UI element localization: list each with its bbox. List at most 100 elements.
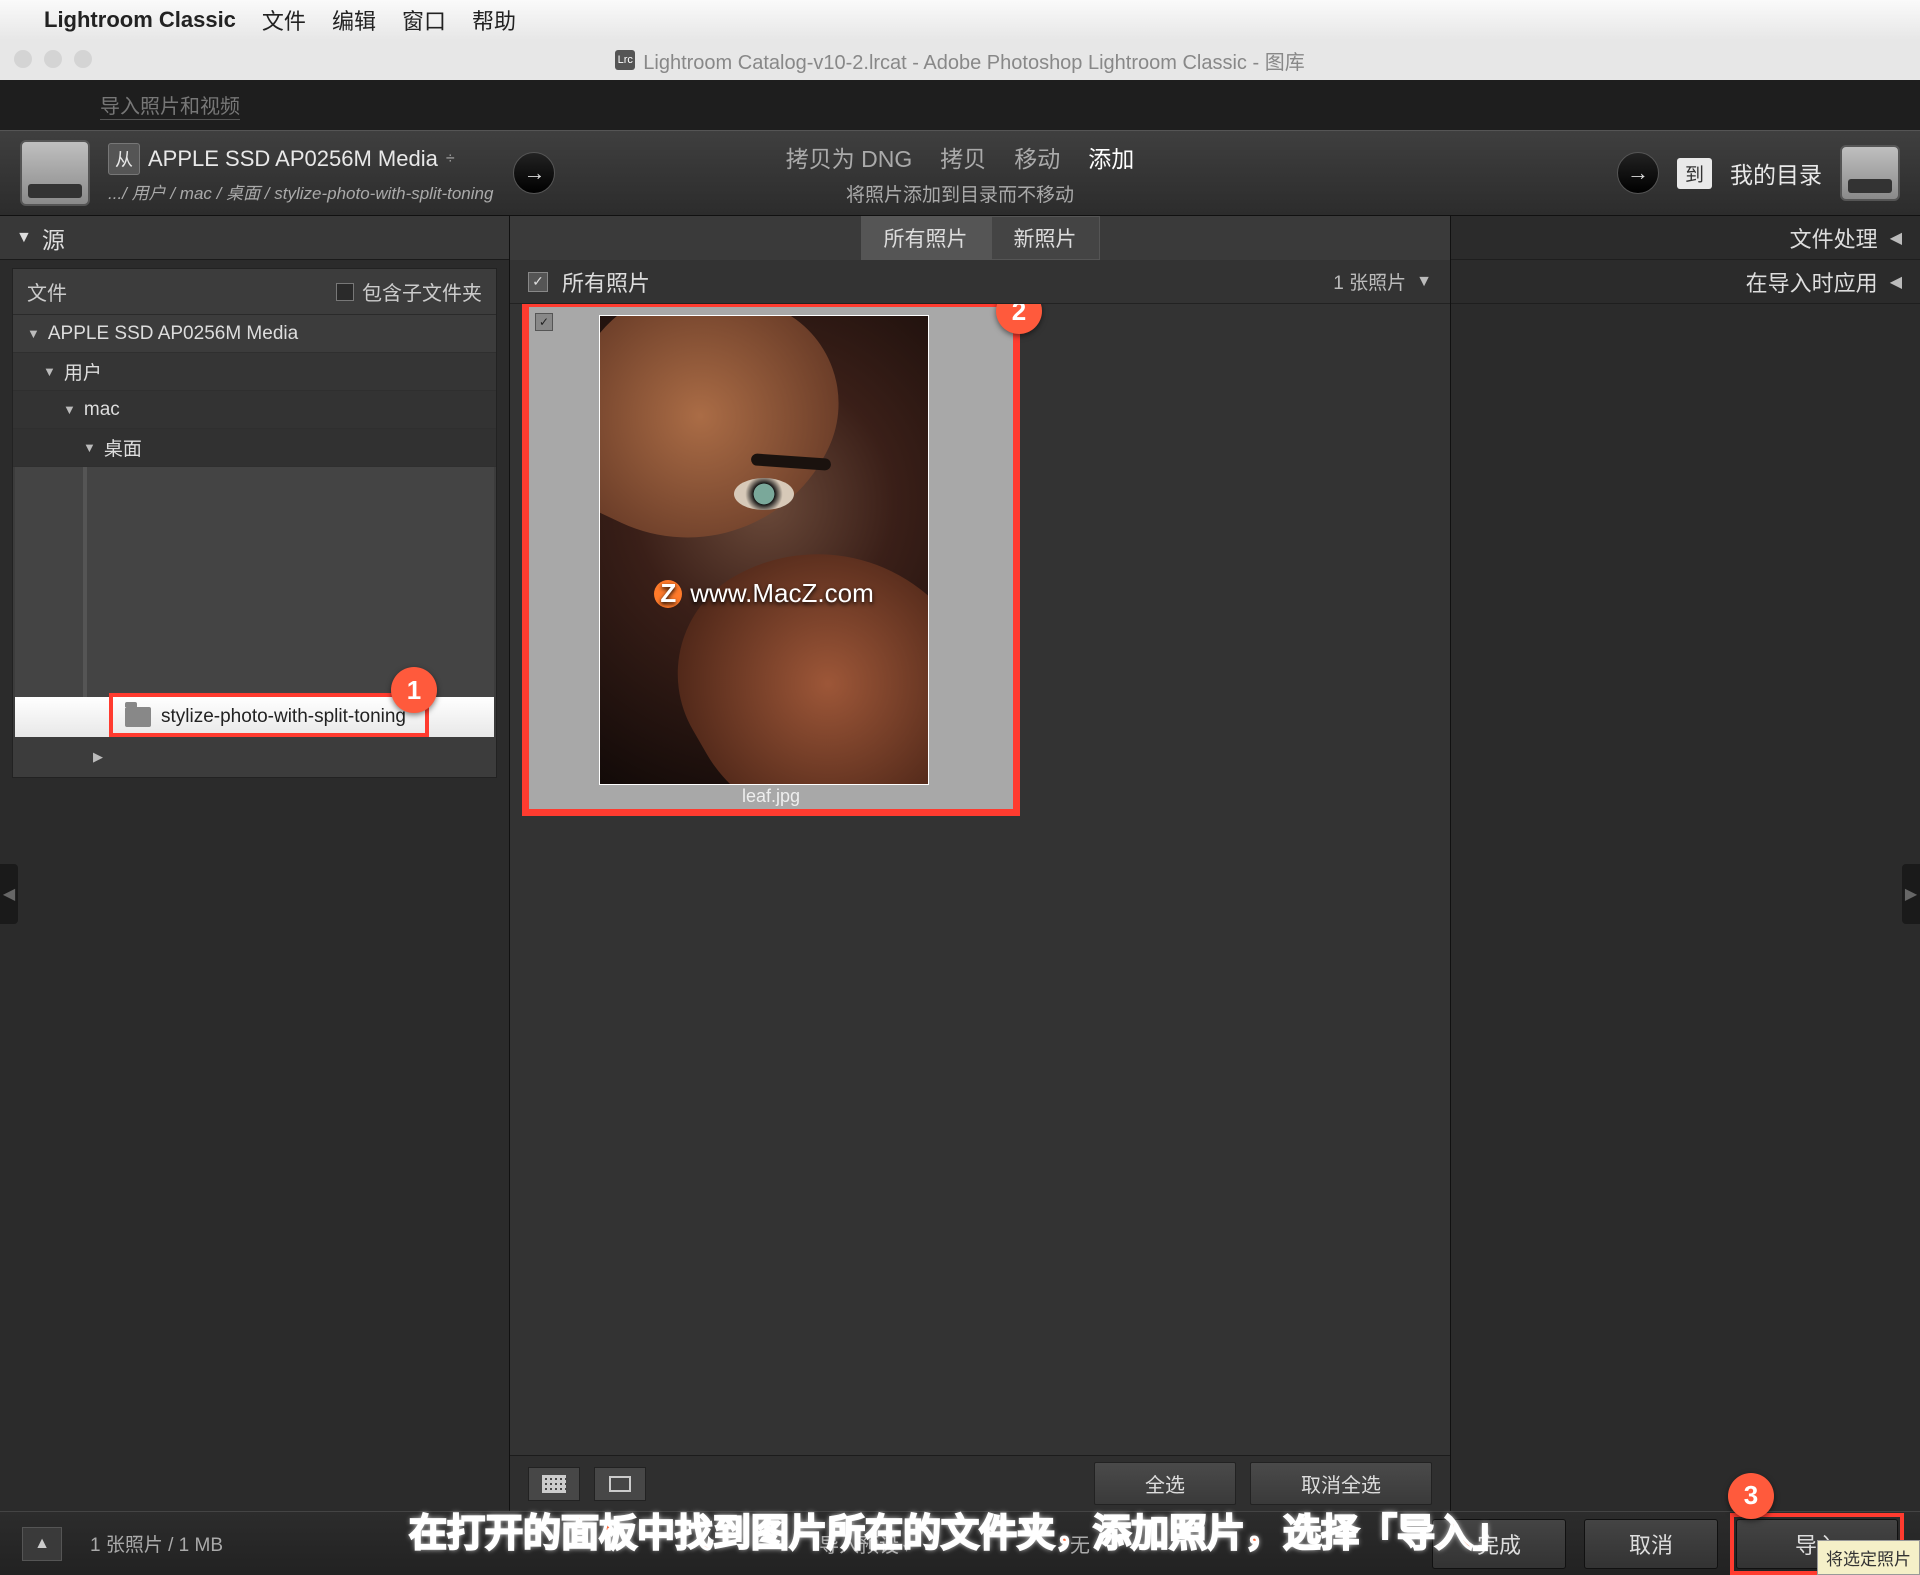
mac-menubar: Lightroom Classic 文件 编辑 窗口 帮助 — [0, 0, 1920, 40]
top-strip-label: 导入照片和视频 — [100, 90, 240, 120]
thumbnail-filename: leaf.jpg — [527, 786, 1015, 807]
preview-footer: 全选 取消全选 — [510, 1455, 1450, 1511]
source-path: .../ 用户 / mac / 桌面 / stylize-photo-with-… — [108, 179, 493, 204]
cancel-button[interactable]: 取消 — [1584, 1519, 1718, 1569]
thumbnail-cell[interactable]: ✓ Zwww.MacZ.com leaf.jpg — [526, 304, 1016, 812]
single-view-button[interactable] — [594, 1467, 646, 1501]
dest-drive-icon — [1840, 145, 1900, 201]
tree-foot[interactable]: ▶ — [13, 737, 496, 777]
import-mode-group: 拷贝为 DNG 拷贝 移动 添加 将照片添加到目录而不移动 — [786, 140, 1135, 207]
triangle-down-icon: ▼ — [43, 364, 56, 379]
file-handling-header[interactable]: 文件处理 ◀ — [1451, 216, 1920, 260]
watermark: Zwww.MacZ.com — [600, 578, 928, 609]
select-all-button[interactable]: 全选 — [1094, 1462, 1236, 1505]
tree-users[interactable]: ▼ 用户 — [13, 353, 496, 391]
thumbnail-checkbox[interactable]: ✓ — [535, 313, 553, 331]
triangle-left-icon: ◀ — [1890, 272, 1902, 292]
mode-subtitle: 将照片添加到目录而不移动 — [786, 180, 1135, 207]
collapse-right-handle[interactable]: ▶ — [1902, 864, 1920, 924]
thumbnail-image: Zwww.MacZ.com — [599, 315, 929, 785]
app-window: Lrc Lightroom Catalog-v10-2.lrcat - Adob… — [0, 40, 1920, 1575]
preview-subheader-title: 所有照片 — [562, 266, 650, 298]
source-panel-header[interactable]: ▼ 源 — [0, 216, 509, 260]
apply-on-import-header[interactable]: 在导入时应用 ◀ — [1451, 260, 1920, 304]
import-preset-label[interactable]: 导入预设 — [819, 1529, 910, 1558]
dest-box[interactable]: → 到 我的目录 — [1617, 145, 1900, 201]
close-icon[interactable] — [14, 50, 32, 68]
include-subfolders-label: 包含子文件夹 — [362, 277, 482, 306]
menu-help[interactable]: 帮助 — [472, 4, 516, 36]
tree-drive-label: APPLE SSD AP0256M Media — [48, 323, 298, 345]
menu-edit[interactable]: 编辑 — [332, 4, 376, 36]
grid-view-button[interactable] — [528, 1467, 580, 1501]
from-badge: 从 — [108, 143, 140, 175]
status-text: 1 张照片 / 1 MB — [90, 1530, 223, 1557]
annotation-badge-3: 3 — [1728, 1473, 1774, 1519]
preview-tabs: 所有照片 新照片 — [510, 216, 1450, 260]
dest-label: 我的目录 — [1730, 156, 1822, 190]
tab-all-photos[interactable]: 所有照片 — [861, 216, 991, 260]
done-button[interactable]: 完成 — [1432, 1519, 1566, 1569]
menu-window[interactable]: 窗口 — [402, 4, 446, 36]
folder-icon — [125, 707, 151, 727]
window-title: Lightroom Catalog-v10-2.lrcat - Adobe Ph… — [643, 46, 1304, 75]
files-subpanel-header: 文件 包含子文件夹 — [13, 269, 496, 315]
source-dropdown-icon[interactable]: ÷ — [446, 150, 455, 168]
triangle-down-icon: ▼ — [27, 326, 40, 341]
arrow-right-icon[interactable]: → — [513, 152, 555, 194]
triangle-left-icon: ◀ — [1890, 228, 1902, 248]
collapse-left-handle[interactable]: ◀ — [0, 864, 18, 924]
watermark-icon: Z — [654, 580, 682, 608]
tree-mac[interactable]: ▼ mac — [13, 391, 496, 429]
app-icon: Lrc — [615, 50, 635, 70]
import-preset-value[interactable]: 无 — [1070, 1529, 1101, 1558]
single-icon — [609, 1476, 631, 1492]
triangle-down-icon: ▼ — [63, 402, 76, 417]
mode-move[interactable]: 移动 — [1014, 140, 1060, 174]
triangle-down-icon: ▼ — [16, 229, 32, 247]
preview-panel: 所有照片 新照片 ✓ 所有照片 1 张照片 ▼ ✓ — [510, 216, 1450, 1511]
triangle-right-icon: ▶ — [93, 749, 103, 765]
mode-copy-dng[interactable]: 拷贝为 DNG — [786, 140, 913, 174]
tooltip: 将选定照片 — [1817, 1540, 1920, 1575]
menubar-app-name[interactable]: Lightroom Classic — [44, 7, 236, 33]
tree-desktop-label: 桌面 — [104, 434, 142, 461]
preview-subheader: ✓ 所有照片 1 张照片 ▼ — [510, 260, 1450, 304]
minimize-icon[interactable] — [44, 50, 62, 68]
right-panel: 文件处理 ◀ 在导入时应用 ◀ — [1450, 216, 1920, 1511]
window-titlebar: Lrc Lightroom Catalog-v10-2.lrcat - Adob… — [0, 40, 1920, 80]
annotation-badge-1: 1 — [391, 667, 437, 713]
tree-drive[interactable]: ▼ APPLE SSD AP0256M Media — [13, 315, 496, 353]
maximize-icon[interactable] — [74, 50, 92, 68]
traffic-lights — [14, 50, 92, 68]
source-box[interactable]: 从 APPLE SSD AP0256M Media ÷ .../ 用户 / ma… — [108, 143, 493, 204]
menu-file[interactable]: 文件 — [262, 4, 306, 36]
import-header: 从 APPLE SSD AP0256M Media ÷ .../ 用户 / ma… — [0, 130, 1920, 216]
source-drive-icon — [20, 140, 90, 206]
arrow-right-dest-icon[interactable]: → — [1617, 152, 1659, 194]
tree-users-label: 用户 — [64, 358, 102, 385]
sort-dropdown-icon[interactable]: ▼ — [1416, 273, 1432, 291]
files-label: 文件 — [27, 277, 67, 306]
files-subpanel: 文件 包含子文件夹 ▼ APPLE SSD AP0256M Media ▼ 用户 — [12, 268, 497, 778]
source-name: APPLE SSD AP0256M Media — [148, 146, 438, 172]
app-body: 导入照片和视频 从 APPLE SSD AP0256M Media ÷ .../… — [0, 80, 1920, 1575]
file-handling-label: 文件处理 — [1790, 222, 1878, 254]
bottom-center: 导入预设 无 — [819, 1529, 1101, 1558]
photo-count: 1 张照片 — [1333, 268, 1406, 295]
tree-mac-label: mac — [84, 399, 120, 421]
tree-blank-area — [15, 467, 494, 697]
mode-add[interactable]: 添加 — [1088, 140, 1134, 174]
tree-desktop[interactable]: ▼ 桌面 — [13, 429, 496, 467]
tab-new-photos[interactable]: 新照片 — [991, 216, 1100, 260]
mode-copy[interactable]: 拷贝 — [940, 140, 986, 174]
select-all-checkbox[interactable]: ✓ — [528, 272, 548, 292]
tree-selected-label: stylize-photo-with-split-toning — [161, 706, 406, 728]
expand-button[interactable]: ▲ — [22, 1527, 62, 1561]
apply-on-import-label: 在导入时应用 — [1746, 266, 1878, 298]
source-panel-title: 源 — [42, 221, 65, 255]
include-subfolders-checkbox[interactable] — [336, 283, 354, 301]
thumbnail-area: ✓ Zwww.MacZ.com leaf.jpg 2 — [510, 304, 1450, 1455]
to-badge: 到 — [1677, 158, 1712, 189]
deselect-all-button[interactable]: 取消全选 — [1250, 1462, 1432, 1505]
